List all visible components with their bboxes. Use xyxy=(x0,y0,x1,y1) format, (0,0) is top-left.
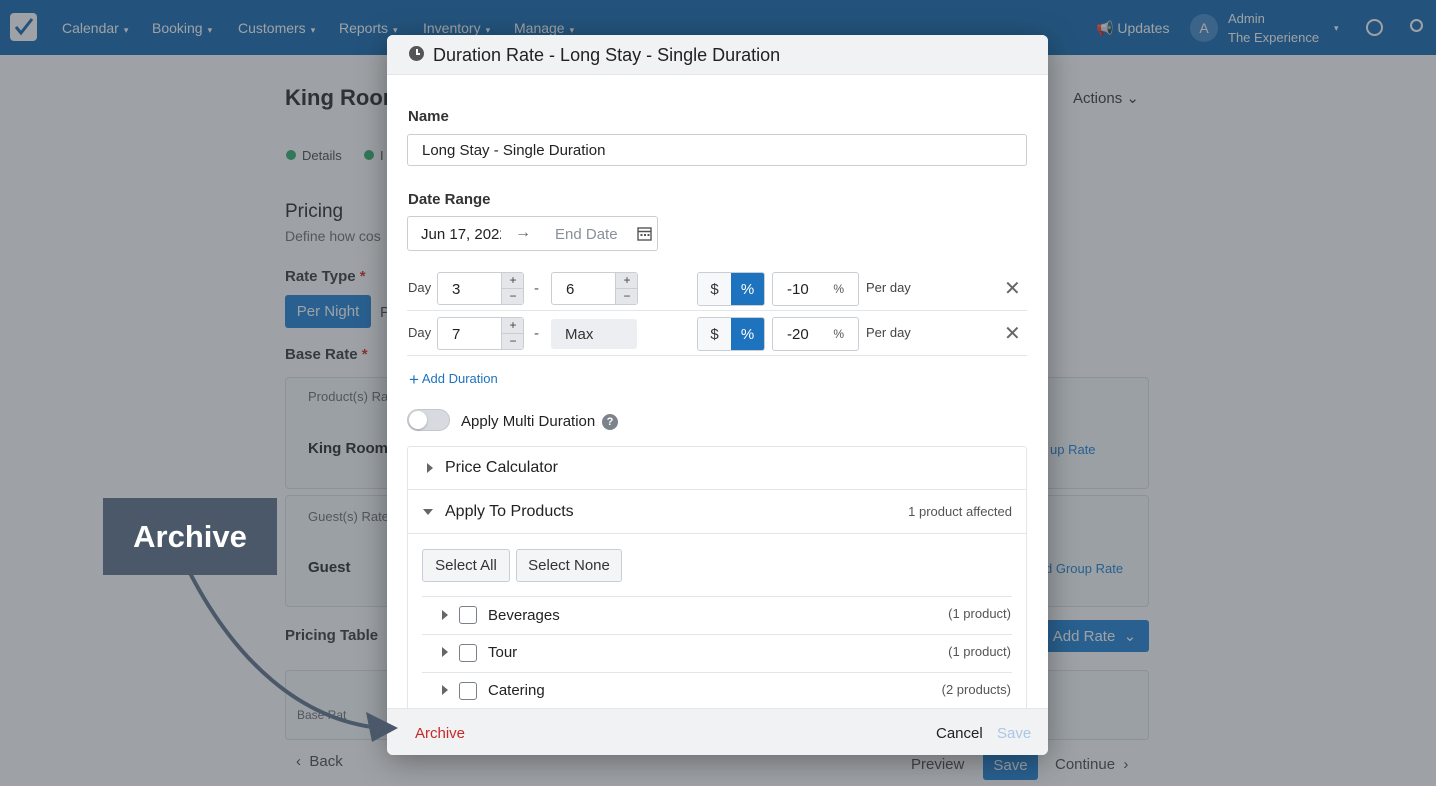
annotation-arrow-icon xyxy=(188,572,398,742)
annotation-callout: Archive xyxy=(103,498,277,575)
